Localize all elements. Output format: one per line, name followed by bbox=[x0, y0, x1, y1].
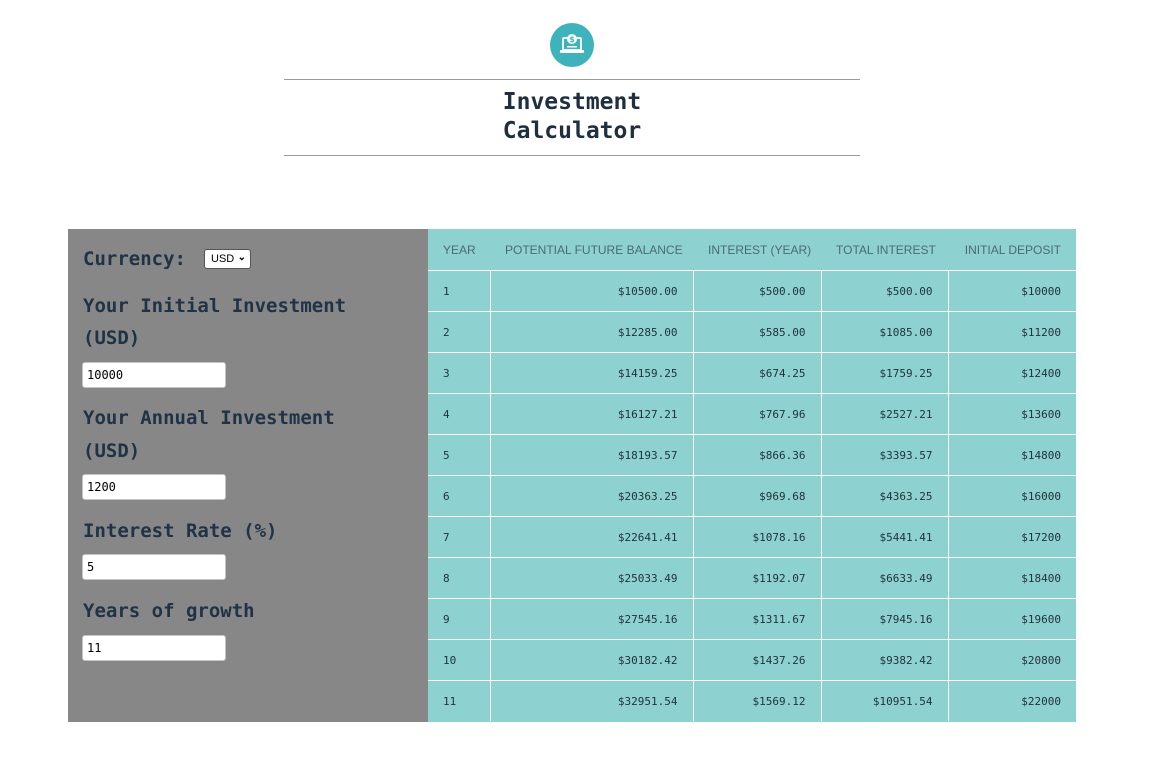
interest-rate-input[interactable] bbox=[82, 554, 226, 580]
initial-investment-input[interactable] bbox=[82, 362, 226, 388]
total-interest-cell: $7945.16 bbox=[820, 598, 948, 640]
currency-label: Currency: bbox=[83, 248, 186, 270]
total-interest-cell: $1085.00 bbox=[820, 311, 948, 353]
year-cell: 8 bbox=[428, 557, 490, 599]
interest-year-cell: $674.25 bbox=[692, 352, 821, 394]
interest-year-cell: $500.00 bbox=[692, 270, 821, 312]
chevron-down-icon: ⌄ bbox=[237, 252, 246, 263]
initial-deposit-cell: $10000 bbox=[947, 270, 1076, 312]
results-table-container: YEAR POTENTIAL FUTURE BALANCE INTEREST (… bbox=[428, 229, 1076, 722]
total-interest-cell: $1759.25 bbox=[820, 352, 948, 394]
interest-year-cell: $1311.67 bbox=[692, 598, 821, 640]
column-header-total-interest: TOTAL INTEREST bbox=[836, 242, 936, 257]
year-cell: 1 bbox=[428, 270, 490, 312]
initial-deposit-cell: $18400 bbox=[947, 557, 1076, 599]
years-of-growth-label: Years of growth bbox=[83, 600, 255, 622]
initial-deposit-cell: $11200 bbox=[947, 311, 1076, 353]
year-cell: 3 bbox=[428, 352, 490, 394]
total-interest-cell: $10951.54 bbox=[820, 680, 948, 721]
table-row: 10 $30182.42 $1437.26 $9382.42 $20800 bbox=[428, 639, 1076, 681]
year-cell: 10 bbox=[428, 639, 490, 681]
total-interest-cell: $3393.57 bbox=[820, 434, 948, 476]
annual-investment-input[interactable] bbox=[82, 474, 226, 500]
table-body: 1 $10500.00 $500.00 $500.00 $10000 2 $12285.00… bbox=[428, 270, 1076, 721]
table-row: 2 $12285.00 $585.00 $1085.00 $11200 bbox=[428, 311, 1076, 353]
title-divider-bottom bbox=[284, 155, 860, 156]
initial-deposit-cell: $14800 bbox=[947, 434, 1076, 476]
future-balance-cell: $32951.54 bbox=[489, 680, 693, 721]
interest-year-cell: $1569.12 bbox=[692, 680, 821, 721]
future-balance-cell: $25033.49 bbox=[489, 557, 693, 599]
table-row: 7 $22641.41 $1078.16 $5441.41 $17200 bbox=[428, 516, 1076, 558]
table-row: 5 $18193.57 $866.36 $3393.57 $14800 bbox=[428, 434, 1076, 476]
svg-text:$: $ bbox=[569, 35, 575, 44]
table-row: 6 $20363.25 $969.68 $4363.25 $16000 bbox=[428, 475, 1076, 517]
total-interest-cell: $500.00 bbox=[820, 270, 948, 312]
future-balance-cell: $10500.00 bbox=[489, 270, 693, 312]
initial-investment-label-line2: (USD) bbox=[83, 327, 141, 349]
total-interest-cell: $5441.41 bbox=[820, 516, 948, 558]
table-row: 1 $10500.00 $500.00 $500.00 $10000 bbox=[428, 270, 1076, 312]
future-balance-cell: $12285.00 bbox=[489, 311, 693, 353]
interest-year-cell: $866.36 bbox=[692, 434, 821, 476]
total-interest-cell: $2527.21 bbox=[820, 393, 948, 435]
interest-year-cell: $969.68 bbox=[692, 475, 821, 517]
table-row: 3 $14159.25 $674.25 $1759.25 $12400 bbox=[428, 352, 1076, 394]
column-header-year: YEAR bbox=[443, 242, 476, 257]
year-cell: 7 bbox=[428, 516, 490, 558]
initial-deposit-cell: $20800 bbox=[947, 639, 1076, 681]
total-interest-cell: $9382.42 bbox=[820, 639, 948, 681]
page-title-line2: Calculator bbox=[502, 118, 642, 144]
future-balance-cell: $30182.42 bbox=[489, 639, 693, 681]
table-row: 8 $25033.49 $1192.07 $6633.49 $18400 bbox=[428, 557, 1076, 599]
years-of-growth-input[interactable] bbox=[82, 635, 226, 661]
year-cell: 11 bbox=[428, 680, 490, 721]
interest-rate-label: Interest Rate (%) bbox=[83, 520, 278, 542]
year-cell: 9 bbox=[428, 598, 490, 640]
initial-deposit-cell: $16000 bbox=[947, 475, 1076, 517]
initial-deposit-cell: $17200 bbox=[947, 516, 1076, 558]
page-title: Investment Calculator bbox=[284, 88, 860, 146]
future-balance-cell: $22641.41 bbox=[489, 516, 693, 558]
table-row: 4 $16127.21 $767.96 $2527.21 $13600 bbox=[428, 393, 1076, 435]
year-cell: 6 bbox=[428, 475, 490, 517]
initial-deposit-cell: $12400 bbox=[947, 352, 1076, 394]
interest-year-cell: $767.96 bbox=[692, 393, 821, 435]
year-cell: 2 bbox=[428, 311, 490, 353]
total-interest-cell: $6633.49 bbox=[820, 557, 948, 599]
future-balance-cell: $18193.57 bbox=[489, 434, 693, 476]
column-header-initial-deposit: INITIAL DEPOSIT bbox=[964, 242, 1061, 257]
results-table: YEAR POTENTIAL FUTURE BALANCE INTEREST (… bbox=[428, 229, 1076, 721]
interest-year-cell: $1437.26 bbox=[692, 639, 821, 681]
column-header-interest-year: INTEREST (YEAR) bbox=[708, 242, 812, 257]
input-panel: Currency: USD ⌄ Your Initial Investment … bbox=[68, 229, 428, 722]
table-row: 11 $32951.54 $1569.12 $10951.54 $22000 bbox=[428, 680, 1076, 721]
interest-year-cell: $1078.16 bbox=[692, 516, 821, 558]
title-divider-top bbox=[284, 79, 860, 80]
future-balance-cell: $16127.21 bbox=[489, 393, 693, 435]
currency-select[interactable]: USD ⌄ bbox=[204, 249, 251, 269]
page-title-line1: Investment bbox=[502, 89, 642, 115]
annual-investment-label-line2: (USD) bbox=[83, 440, 141, 462]
future-balance-cell: $14159.25 bbox=[489, 352, 693, 394]
initial-investment-label-line1: Your Initial Investment bbox=[83, 295, 347, 317]
year-cell: 5 bbox=[428, 434, 490, 476]
future-balance-cell: $20363.25 bbox=[489, 475, 693, 517]
laptop-dollar-icon: $ bbox=[560, 34, 584, 53]
initial-deposit-cell: $19600 bbox=[947, 598, 1076, 640]
future-balance-cell: $27545.16 bbox=[489, 598, 693, 640]
initial-deposit-cell: $13600 bbox=[947, 393, 1076, 435]
year-cell: 4 bbox=[428, 393, 490, 435]
total-interest-cell: $4363.25 bbox=[820, 475, 948, 517]
app-logo: $ bbox=[550, 23, 594, 67]
initial-deposit-cell: $22000 bbox=[947, 680, 1076, 721]
column-header-future-balance: POTENTIAL FUTURE BALANCE bbox=[505, 242, 683, 257]
currency-select-value: USD bbox=[211, 253, 235, 265]
table-header-row: YEAR POTENTIAL FUTURE BALANCE INTEREST (… bbox=[428, 229, 1076, 271]
annual-investment-label-line1: Your Annual Investment bbox=[83, 407, 335, 429]
table-row: 9 $27545.16 $1311.67 $7945.16 $19600 bbox=[428, 598, 1076, 640]
interest-year-cell: $1192.07 bbox=[692, 557, 821, 599]
interest-year-cell: $585.00 bbox=[692, 311, 821, 353]
